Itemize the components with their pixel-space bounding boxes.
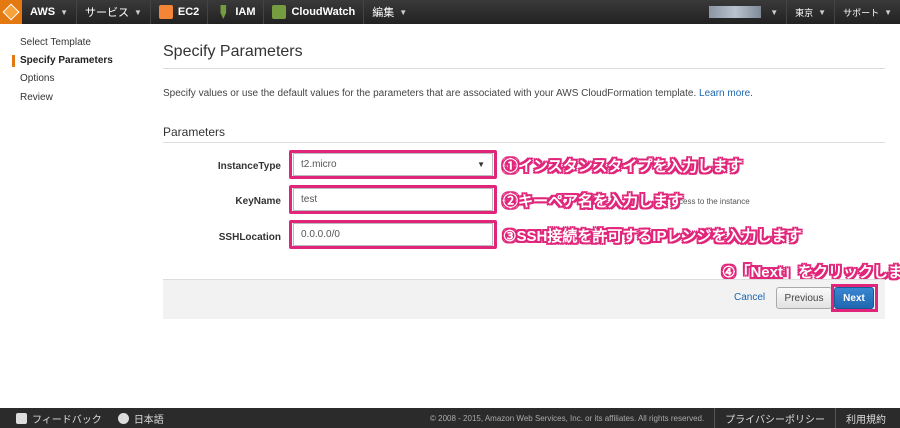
support-menu-label: サポート xyxy=(843,7,880,18)
ec2-shortcut-label: EC2 xyxy=(177,6,200,18)
chevron-down-icon: ▼ xyxy=(399,7,408,17)
section-divider xyxy=(163,142,885,143)
iam-shortcut[interactable]: IAM xyxy=(208,0,265,24)
title-divider xyxy=(163,68,885,69)
key-name-hint: ccess to the instance xyxy=(675,197,750,206)
iam-shortcut-label: IAM xyxy=(235,6,256,18)
page-title: Specify Parameters xyxy=(163,43,303,60)
active-step-marker xyxy=(12,55,15,67)
region-menu-label: 東京 xyxy=(795,7,814,18)
section-title: Parameters xyxy=(163,125,226,139)
chevron-down-icon: ▼ xyxy=(60,7,68,17)
learn-more-link[interactable]: Learn more. xyxy=(699,88,753,99)
language-label: 日本語 xyxy=(133,414,164,426)
chevron-down-icon: ▼ xyxy=(884,7,892,17)
annotation-step-2: ②キーペア名を入力します xyxy=(503,193,684,210)
account-menu[interactable]: ▼ xyxy=(701,0,788,24)
services-menu-label: サービス xyxy=(84,7,129,19)
chevron-down-icon: ▼ xyxy=(133,7,142,17)
feedback-label: フィードバック xyxy=(32,414,102,426)
account-name-blurred xyxy=(709,6,762,18)
aws-logo-icon[interactable] xyxy=(0,0,22,24)
sidebar-step-specify-parameters[interactable]: Specify Parameters xyxy=(20,55,113,66)
ec2-shortcut[interactable]: EC2 xyxy=(151,0,209,24)
privacy-policy-link[interactable]: プライバシーポリシー xyxy=(714,408,835,428)
cloudwatch-shortcut-label: CloudWatch xyxy=(291,6,356,18)
chevron-down-icon: ▼ xyxy=(818,7,827,17)
ec2-icon xyxy=(158,5,173,19)
top-nav-bar: AWS ▼ サービス ▼ EC2 IAM CloudWatch 編集 ▼ ▼ 東… xyxy=(0,0,900,24)
previous-button[interactable]: Previous xyxy=(776,287,832,309)
annotation-step-1: ①インスタンスタイプを入力します xyxy=(503,158,743,175)
aws-menu[interactable]: AWS ▼ xyxy=(22,0,77,24)
console-footer-bar: フィードバック 日本語 © 2008 - 2015, Amazon Web Se… xyxy=(0,408,900,428)
sidebar-step-review[interactable]: Review xyxy=(20,92,53,103)
terms-link[interactable]: 利用規約 xyxy=(835,408,900,428)
edit-menu-label: 編集 xyxy=(372,7,395,19)
sidebar-step-options[interactable]: Options xyxy=(20,73,54,84)
annotation-step-3: ③SSH接続を許可するIPレンジを入力します xyxy=(503,228,802,245)
globe-icon xyxy=(117,412,129,424)
language-button[interactable]: 日本語 xyxy=(110,408,172,428)
copyright-text: © 2008 - 2015, Amazon Web Services, Inc.… xyxy=(430,413,705,423)
region-menu[interactable]: 東京 ▼ xyxy=(787,0,836,24)
aws-menu-label: AWS xyxy=(30,6,56,18)
highlight-box-next xyxy=(831,284,878,312)
highlight-box-key-name xyxy=(289,185,497,214)
key-name-label: KeyName xyxy=(235,196,281,207)
chat-bubble-icon xyxy=(16,412,27,424)
cloudwatch-shortcut[interactable]: CloudWatch xyxy=(264,0,365,24)
description-text: Specify values or use the default values… xyxy=(163,88,697,99)
page-description: Specify values or use the default values… xyxy=(163,88,753,99)
chevron-down-icon: ▼ xyxy=(770,7,779,17)
instance-type-label: InstanceType xyxy=(217,161,281,172)
edit-menu[interactable]: 編集 ▼ xyxy=(364,0,415,24)
highlight-box-ssh-location xyxy=(289,220,497,249)
feedback-button[interactable]: フィードバック xyxy=(0,408,110,428)
support-menu[interactable]: サポート ▼ xyxy=(835,0,900,24)
ssh-location-label: SSHLocation xyxy=(218,232,281,243)
iam-icon xyxy=(220,5,227,19)
cloudwatch-icon xyxy=(272,5,287,19)
cancel-link[interactable]: Cancel xyxy=(734,292,765,303)
highlight-box-instance-type xyxy=(289,150,497,179)
sidebar-step-select-template[interactable]: Select Template xyxy=(20,37,91,48)
services-menu[interactable]: サービス ▼ xyxy=(77,0,151,24)
